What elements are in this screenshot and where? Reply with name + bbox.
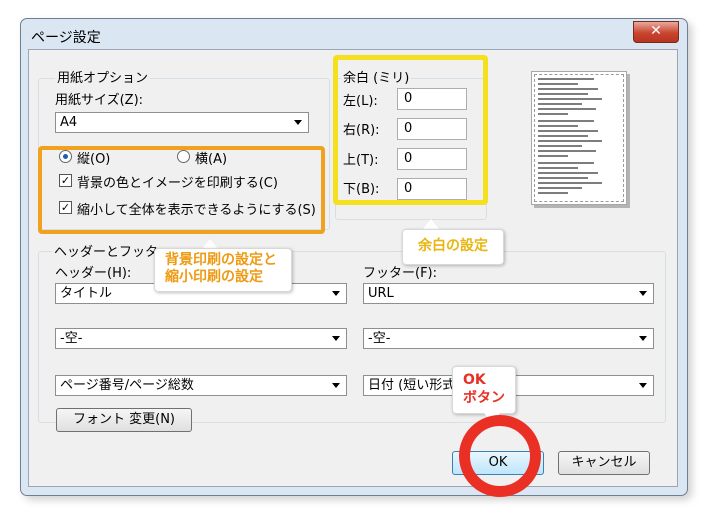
close-button[interactable]: ✕ [633, 21, 679, 43]
callout-line-2: 縮小印刷の設定 [165, 269, 263, 285]
ok-button-highlight-ring [459, 415, 541, 497]
paper-size-label: 用紙サイズ(Z): [55, 93, 144, 108]
header-value-3: ページ番号/ページ総数 [60, 378, 194, 393]
chevron-down-icon [332, 336, 340, 341]
callout-line-1: 背景印刷の設定と [165, 252, 277, 268]
page-preview [531, 71, 627, 205]
footer-select-1[interactable]: URL [363, 283, 654, 304]
footer-value-2: -空- [368, 331, 391, 346]
margin-callout: 余白の設定 [402, 229, 504, 265]
footer-value-1: URL [368, 286, 394, 301]
title-bar[interactable]: ページ設定 ✕ [21, 19, 687, 53]
paper-options-label: 用紙オプション [55, 67, 151, 86]
close-icon: ✕ [650, 23, 662, 39]
header-value-2: -空- [60, 331, 83, 346]
chevron-down-icon [639, 291, 647, 296]
ok-callout: OK ボタン [452, 366, 516, 414]
chevron-down-icon [639, 383, 647, 388]
change-font-button[interactable]: フォント 変更(N) [56, 408, 192, 432]
margins-highlight [333, 55, 488, 205]
chevron-down-icon [332, 291, 340, 296]
chevron-down-icon [332, 383, 340, 388]
ok-callout-line-1: OK [463, 372, 486, 388]
background-shrink-highlight [38, 146, 325, 234]
chevron-down-icon [294, 120, 302, 125]
header-value-1: タイトル [60, 286, 113, 301]
cancel-button[interactable]: キャンセル [558, 451, 650, 475]
header-select-2[interactable]: -空- [55, 328, 347, 349]
header-label: ヘッダー(H): [55, 266, 132, 281]
footer-value-3: 日付 (短い形式) [368, 378, 461, 393]
paper-size-select[interactable]: A4 [55, 112, 309, 133]
chevron-down-icon [639, 336, 647, 341]
background-shrink-callout: 背景印刷の設定と 縮小印刷の設定 [154, 248, 292, 292]
yellow-callout-tail [423, 219, 439, 229]
footer-select-2[interactable]: -空- [363, 328, 654, 349]
dialog-title: ページ設定 [31, 30, 101, 46]
ok-callout-line-2: ボタン [463, 390, 505, 406]
paper-size-value: A4 [60, 115, 78, 130]
header-select-3[interactable]: ページ番号/ページ総数 [55, 375, 347, 396]
